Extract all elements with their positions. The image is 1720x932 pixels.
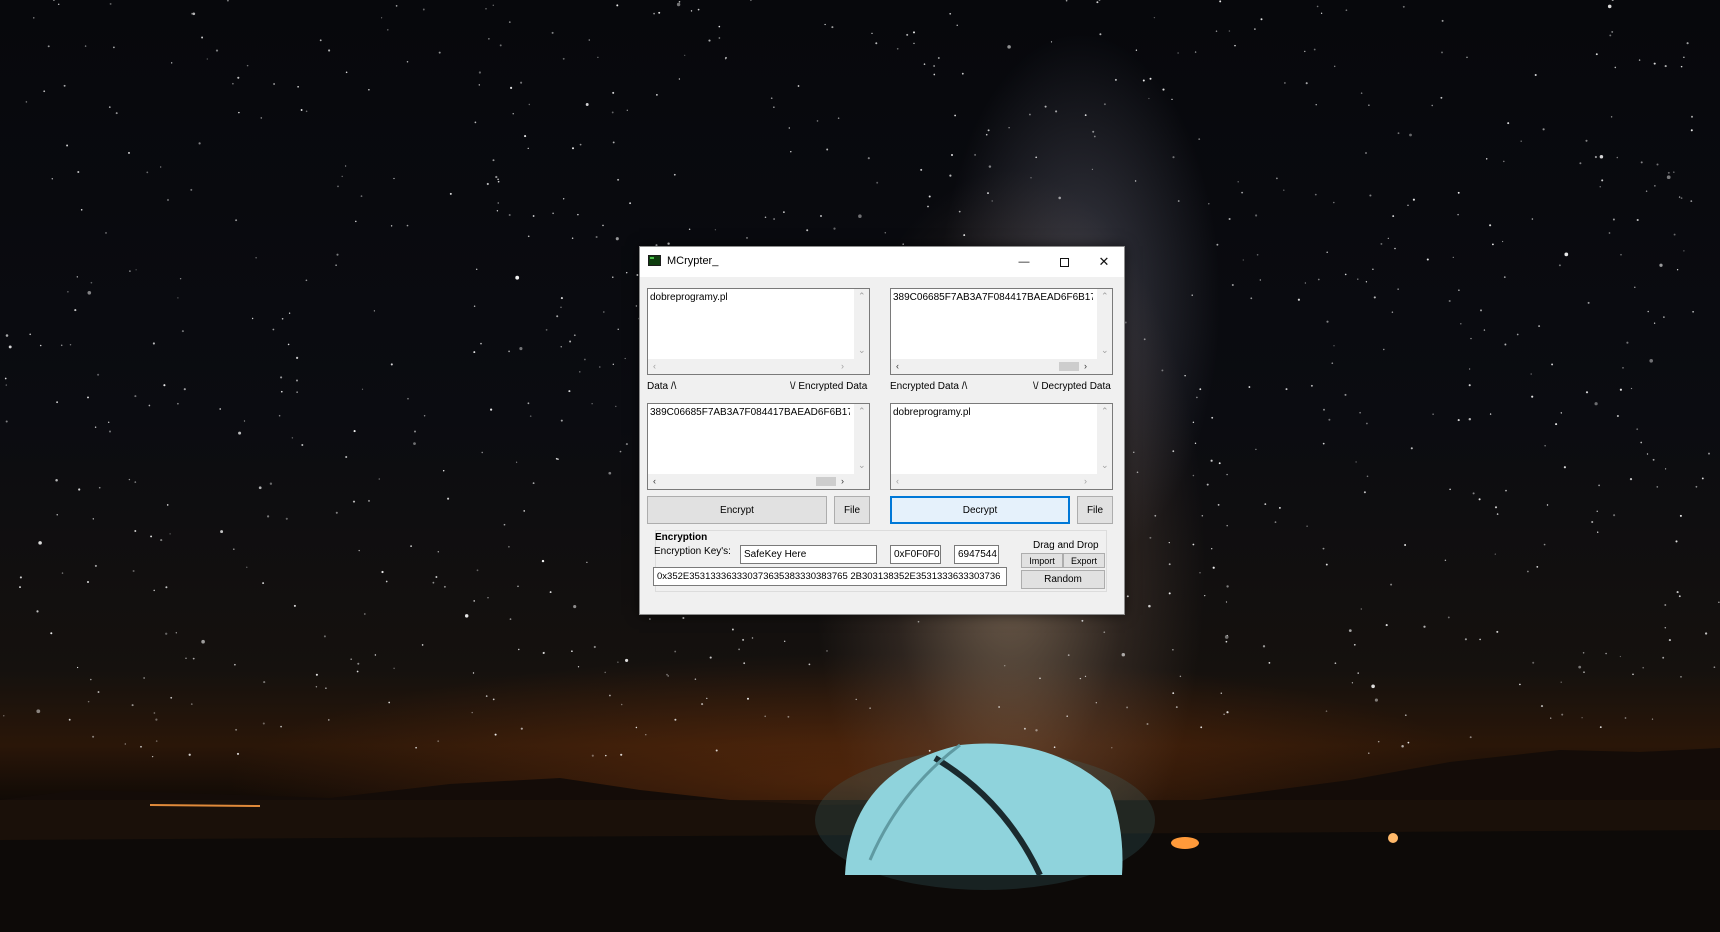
vertical-scrollbar[interactable]: ⌃ ⌄ bbox=[1097, 404, 1112, 474]
encryption-key-label: Encryption Key's: bbox=[654, 546, 731, 557]
scroll-corner bbox=[1097, 474, 1112, 489]
horizontal-scrollbar[interactable]: ‹ › bbox=[648, 359, 854, 374]
drag-and-drop-label: Drag and Drop bbox=[1033, 540, 1099, 551]
lantern bbox=[1388, 833, 1398, 843]
hex-color-input[interactable]: 0xF0F0F0 bbox=[890, 545, 941, 564]
data-input-textbox[interactable]: dobreprogramy.pl ⌃ ⌄ ‹ › bbox=[647, 288, 870, 375]
scroll-right-icon[interactable]: › bbox=[1084, 477, 1087, 486]
scroll-up-icon[interactable]: ⌃ bbox=[1101, 407, 1109, 416]
scroll-down-icon[interactable]: ⌄ bbox=[1101, 461, 1109, 470]
scroll-down-icon[interactable]: ⌄ bbox=[858, 461, 866, 470]
data-label: Data /\ bbox=[647, 381, 677, 392]
scroll-left-icon[interactable]: ‹ bbox=[896, 477, 899, 486]
maximize-button[interactable] bbox=[1044, 247, 1084, 277]
scroll-right-icon[interactable]: › bbox=[841, 477, 844, 486]
scroll-left-icon[interactable]: ‹ bbox=[653, 477, 656, 486]
title-bar[interactable]: MCrypter_ — ✕ bbox=[640, 247, 1124, 277]
encryption-key-input[interactable]: SafeKey Here bbox=[740, 545, 877, 564]
encrypted-data-label: \/ Encrypted Data bbox=[790, 381, 868, 392]
horizontal-scrollbar[interactable]: ‹ › bbox=[891, 359, 1097, 374]
long-key-input[interactable]: 0x352E353133363330373635383330383765 2B3… bbox=[653, 567, 1007, 586]
vertical-scrollbar[interactable]: ⌃ ⌄ bbox=[854, 289, 869, 359]
scroll-right-icon[interactable]: › bbox=[1084, 362, 1087, 371]
scroll-corner bbox=[854, 474, 869, 489]
scroll-corner bbox=[1097, 359, 1112, 374]
number-input[interactable]: 6947544 bbox=[954, 545, 999, 564]
horizontal-scrollbar[interactable]: ‹ › bbox=[648, 474, 854, 489]
encrypt-button[interactable]: Encrypt bbox=[647, 496, 827, 524]
horizontal-scrollbar[interactable]: ‹ › bbox=[891, 474, 1097, 489]
maximize-icon bbox=[1059, 257, 1069, 267]
decrypt-file-button[interactable]: File bbox=[1077, 496, 1113, 524]
close-button[interactable]: ✕ bbox=[1084, 247, 1124, 277]
scroll-up-icon[interactable]: ⌃ bbox=[1101, 292, 1109, 301]
decrypted-output-text: dobreprogramy.pl bbox=[893, 407, 971, 418]
scroll-down-icon[interactable]: ⌄ bbox=[858, 346, 866, 355]
scroll-thumb[interactable] bbox=[816, 477, 836, 486]
window-title: MCrypter_ bbox=[667, 255, 719, 267]
decrypted-data-label: \/ Decrypted Data bbox=[1033, 381, 1111, 392]
decrypted-output-textbox[interactable]: dobreprogramy.pl ⌃ ⌄ ‹ › bbox=[890, 403, 1113, 490]
decrypt-button[interactable]: Decrypt bbox=[890, 496, 1070, 524]
encrypted-data-label-right: Encrypted Data /\ bbox=[890, 381, 968, 392]
vertical-scrollbar[interactable]: ⌃ ⌄ bbox=[854, 404, 869, 474]
random-button[interactable]: Random bbox=[1021, 570, 1105, 589]
city-lights bbox=[149, 804, 261, 807]
scroll-left-icon[interactable]: ‹ bbox=[896, 362, 899, 371]
close-icon: ✕ bbox=[1098, 254, 1110, 269]
import-button[interactable]: Import bbox=[1021, 553, 1063, 568]
minimize-button[interactable]: — bbox=[1004, 247, 1044, 277]
scroll-corner bbox=[854, 359, 869, 374]
scroll-left-icon[interactable]: ‹ bbox=[653, 362, 656, 371]
encrypted-input-text: 389C06685F7AB3A7F084417BAEAD6F6B1738 bbox=[893, 292, 1093, 303]
encryption-section-title: Encryption bbox=[655, 532, 708, 543]
scroll-up-icon[interactable]: ⌃ bbox=[858, 292, 866, 301]
scroll-thumb[interactable] bbox=[1059, 362, 1079, 371]
vertical-scrollbar[interactable]: ⌃ ⌄ bbox=[1097, 289, 1112, 359]
export-button[interactable]: Export bbox=[1063, 553, 1105, 568]
minimize-icon: — bbox=[1018, 256, 1030, 268]
encrypted-output-textbox[interactable]: 389C06685F7AB3A7F084417BAEAD6F6B1738 ⌃ ⌄… bbox=[647, 403, 870, 490]
encrypt-file-button[interactable]: File bbox=[834, 496, 870, 524]
scroll-up-icon[interactable]: ⌃ bbox=[858, 407, 866, 416]
scroll-right-icon[interactable]: › bbox=[841, 362, 844, 371]
encrypted-input-textbox[interactable]: 389C06685F7AB3A7F084417BAEAD6F6B1738 ⌃ ⌄… bbox=[890, 288, 1113, 375]
app-icon bbox=[648, 255, 661, 266]
campfire bbox=[1171, 837, 1199, 849]
data-input-text: dobreprogramy.pl bbox=[650, 292, 728, 303]
scroll-down-icon[interactable]: ⌄ bbox=[1101, 346, 1109, 355]
encrypted-output-text: 389C06685F7AB3A7F084417BAEAD6F6B1738 bbox=[650, 407, 850, 418]
